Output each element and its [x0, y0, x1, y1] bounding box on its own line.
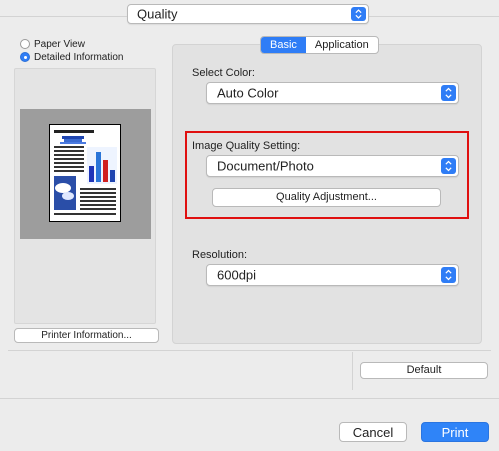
tab-application[interactable]: Application — [306, 37, 378, 53]
radio-paper-view[interactable]: Paper View — [20, 38, 85, 50]
page-preview-icon — [49, 124, 121, 222]
image-quality-popup[interactable]: Document/Photo — [206, 155, 459, 177]
print-pane-popup[interactable]: Quality — [127, 4, 369, 24]
image-quality-chevron-icon — [441, 158, 456, 174]
top-separator-right — [369, 16, 499, 17]
radio-paper-view-button[interactable] — [20, 39, 30, 49]
resolution-value: 600dpi — [217, 267, 257, 283]
top-separator — [0, 16, 127, 17]
select-color-popup[interactable]: Auto Color — [206, 82, 459, 104]
print-pane-value: Quality — [137, 6, 178, 22]
image-quality-value: Document/Photo — [217, 158, 314, 174]
bottom-separator — [0, 398, 499, 399]
radio-detailed-information-button[interactable] — [20, 52, 30, 62]
resolution-chevron-icon — [441, 267, 456, 283]
tab-basic[interactable]: Basic — [261, 37, 306, 53]
resolution-popup[interactable]: 600dpi — [206, 264, 459, 286]
select-color-label: Select Color: — [192, 67, 255, 79]
image-quality-label: Image Quality Setting: — [192, 140, 301, 152]
vertical-divider — [352, 352, 353, 390]
radio-detailed-information-label: Detailed Information — [34, 51, 124, 63]
print-button[interactable]: Print — [421, 422, 489, 442]
middle-separator — [8, 350, 491, 351]
popup-chevron-icon — [351, 7, 366, 21]
radio-detailed-information[interactable]: Detailed Information — [20, 51, 124, 63]
quality-adjustment-button[interactable]: Quality Adjustment... — [212, 188, 441, 207]
default-button[interactable]: Default — [360, 362, 488, 379]
tab-bar: Basic Application — [260, 36, 379, 54]
printer-information-button[interactable]: Printer Information... — [14, 328, 159, 343]
resolution-label: Resolution: — [192, 249, 248, 261]
radio-paper-view-label: Paper View — [34, 38, 85, 50]
cancel-button[interactable]: Cancel — [339, 422, 407, 442]
select-color-value: Auto Color — [217, 85, 279, 101]
select-color-chevron-icon — [441, 85, 456, 101]
